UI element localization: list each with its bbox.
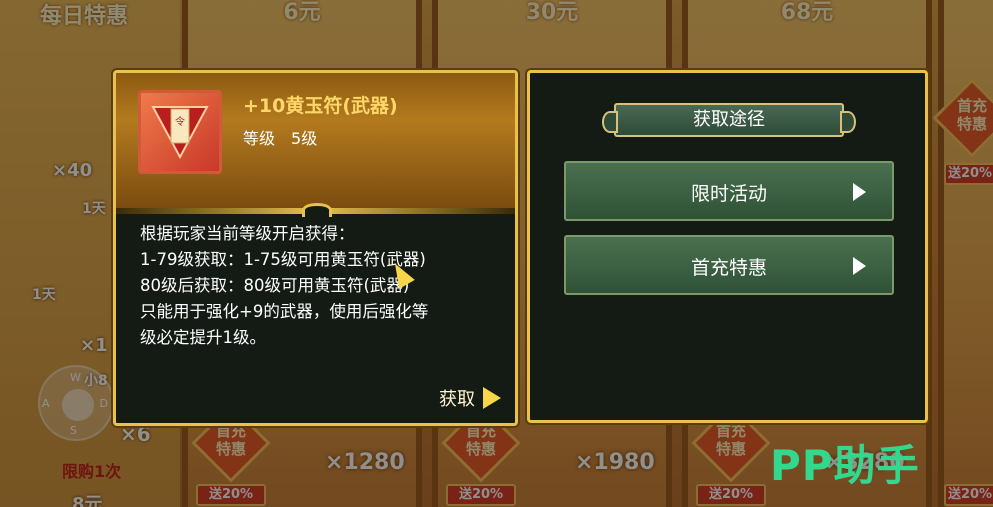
obtain-label: 获取 — [439, 389, 475, 410]
play-arrow-icon — [483, 387, 501, 409]
svg-text:令: 令 — [175, 115, 185, 128]
source-option-limited-event[interactable]: 限时活动 — [564, 161, 894, 221]
source-option-first-charge[interactable]: 首充特惠 — [564, 235, 894, 295]
description-line: 只能用于强化+9的武器，使用后强化等 — [140, 302, 429, 321]
item-header: 令 +10黄玉符(武器) 等级 5级 — [116, 73, 515, 208]
talisman-item-icon: 令 — [138, 90, 222, 174]
source-panel-title: 获取途径 — [602, 103, 856, 137]
level-value: 5级 — [291, 129, 318, 148]
source-option-label: 限时活动 — [690, 183, 767, 205]
description-line: 级必定提升1级。 — [140, 328, 266, 347]
item-description: 根据玩家当前等级开启获得： 1-79级获取：1-75级可用黄玉符(武器) 80级… — [140, 221, 501, 351]
description-line: 1-79级获取：1-75级可用黄玉符(武器) — [140, 250, 426, 269]
play-arrow-icon — [853, 183, 866, 201]
description-line: 80级后获取：80级可用黄玉符(武器) — [140, 276, 410, 295]
item-level: 等级 5级 — [243, 125, 317, 149]
item-detail-panel: 令 +10黄玉符(武器) 等级 5级 根据玩家当前等级开启获得： 1-79级获取：… — [113, 70, 518, 426]
description-line: 根据玩家当前等级开启获得： — [140, 224, 355, 243]
play-arrow-icon — [853, 257, 866, 275]
obtain-button[interactable]: 获取 — [439, 385, 501, 411]
level-label: 等级 — [243, 129, 276, 148]
watermark-logo: PP助手 — [770, 441, 920, 490]
source-option-label: 首充特惠 — [690, 257, 767, 279]
divider-ornament — [302, 203, 332, 217]
item-name: +10黄玉符(武器) — [243, 95, 398, 117]
obtain-source-panel: 获取途径 限时活动 首充特惠 — [527, 70, 928, 423]
